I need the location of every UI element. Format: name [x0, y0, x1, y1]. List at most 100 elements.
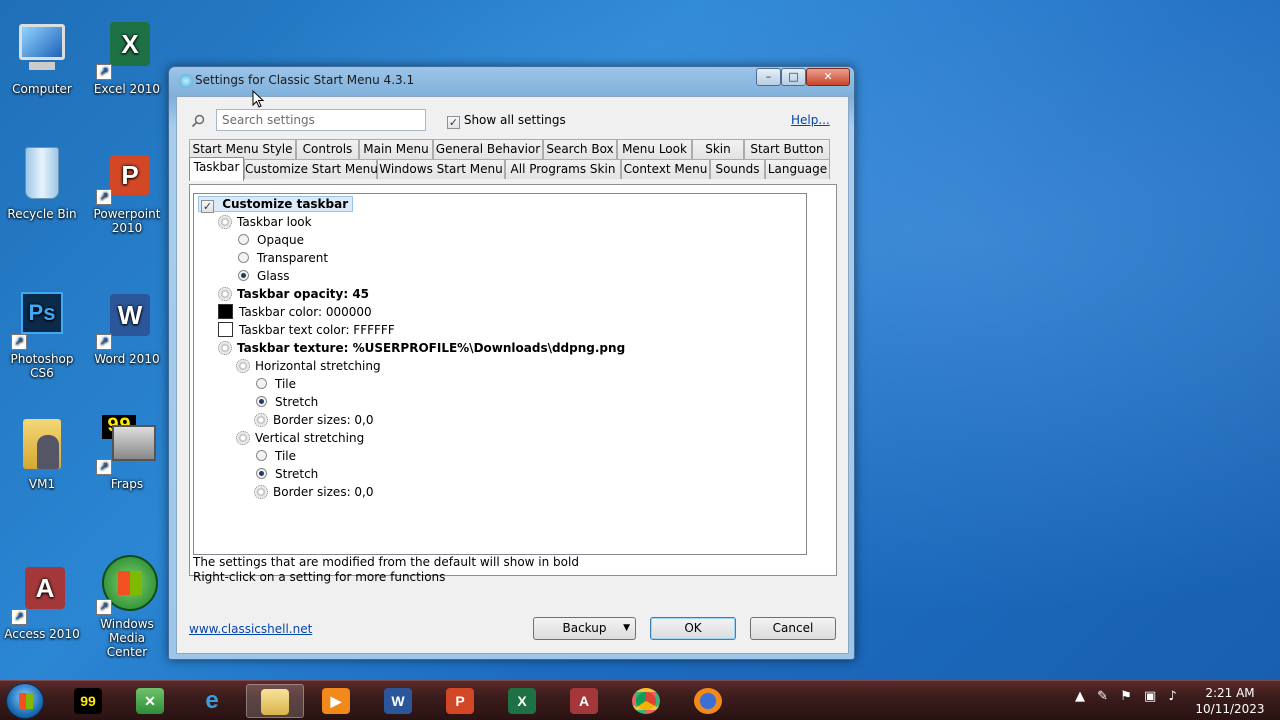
tab-main-menu[interactable]: Main Menu: [359, 139, 433, 159]
tree-item-h-tile[interactable]: Tile: [256, 375, 296, 393]
taskbar-chrome[interactable]: [618, 684, 676, 718]
window-client: Search settings ✓ Show all settings Help…: [176, 96, 849, 654]
tab-taskbar[interactable]: Taskbar: [189, 157, 244, 181]
start-button[interactable]: [6, 683, 44, 719]
settings-window[interactable]: Settings for Classic Start Menu 4.3.1 – …: [168, 66, 855, 660]
taskbar-fraps[interactable]: 99: [60, 684, 118, 718]
gear-icon: [236, 359, 250, 373]
gear-icon: [218, 287, 232, 301]
excel-icon: X ↗: [96, 20, 156, 80]
system-clock[interactable]: 2:21 AM 10/11/2023: [1195, 685, 1265, 717]
close-icon: ✕: [823, 70, 833, 83]
tree-item-vertical-stretching[interactable]: Vertical stretching: [236, 429, 364, 447]
tab-context-menu[interactable]: Context Menu: [621, 159, 710, 179]
maximize-icon: □: [788, 70, 799, 83]
tree-item-taskbar-text-color[interactable]: Taskbar text color: FFFFFF: [218, 321, 395, 339]
radio-unselected-icon: [256, 378, 267, 389]
taskbar-network-app[interactable]: ✕: [122, 684, 180, 718]
show-hidden-icons-icon[interactable]: ▲: [1075, 689, 1085, 704]
help-link[interactable]: Help...: [791, 113, 830, 127]
taskbar: 99 ✕ e ▶ W P X A ▲ ✎ ⚑ ▣ ♪ 2:21 AM 10/11…: [0, 680, 1280, 720]
tree-item-taskbar-texture[interactable]: Taskbar texture: %USERPROFILE%\Downloads…: [218, 339, 625, 357]
taskbar-internet-explorer[interactable]: e: [184, 684, 242, 718]
tree-item-v-border-sizes[interactable]: Border sizes: 0,0: [254, 483, 374, 501]
clock-time: 2:21 AM: [1205, 686, 1255, 700]
mouse-cursor-icon: [252, 90, 264, 108]
desktop-icon-photoshop[interactable]: Ps ↗ Photoshop CS6: [2, 290, 82, 380]
tree-item-taskbar-opacity[interactable]: Taskbar opacity: 45: [218, 285, 369, 303]
tab-skin[interactable]: Skin: [692, 139, 744, 159]
windows-logo-icon: [19, 693, 33, 709]
close-button[interactable]: ✕: [806, 68, 850, 86]
search-input[interactable]: Search settings: [216, 109, 426, 131]
access-icon: A ↗: [11, 565, 71, 625]
tab-language[interactable]: Language: [765, 159, 830, 179]
desktop-icon-excel[interactable]: X ↗ Excel 2010: [87, 20, 167, 96]
taskbar-word[interactable]: W: [370, 684, 428, 718]
radio-selected-icon: [238, 270, 249, 281]
powerpoint-icon: P ↗: [96, 145, 156, 205]
window-titlebar[interactable]: Settings for Classic Start Menu 4.3.1 – …: [169, 67, 854, 93]
tab-start-button[interactable]: Start Button: [744, 139, 830, 159]
taskbar-explorer[interactable]: [246, 684, 304, 718]
taskbar-firefox[interactable]: [680, 684, 738, 718]
color-swatch-black: [218, 304, 233, 319]
bold-settings-note: The settings that are modified from the …: [193, 555, 579, 569]
cancel-button[interactable]: Cancel: [750, 617, 836, 640]
tree-item-customize-taskbar[interactable]: ✓ Customize taskbar: [198, 195, 354, 213]
tab-menu-look[interactable]: Menu Look: [617, 139, 692, 159]
desktop-icon-recycle-bin[interactable]: Recycle Bin: [2, 145, 82, 221]
desktop-icon-powerpoint[interactable]: P ↗ Powerpoint 2010: [87, 145, 167, 235]
word-icon: W ↗: [96, 290, 156, 350]
tree-item-taskbar-look[interactable]: Taskbar look: [218, 213, 312, 231]
taskbar-media-player[interactable]: ▶: [308, 684, 366, 718]
network-icon[interactable]: ▣: [1144, 689, 1156, 704]
radio-unselected-icon: [238, 252, 249, 263]
tab-windows-start-menu[interactable]: Windows Start Menu: [377, 159, 505, 179]
taskbar-powerpoint[interactable]: P: [432, 684, 490, 718]
tree-item-h-border-sizes[interactable]: Border sizes: 0,0: [254, 411, 374, 429]
tree-item-opaque[interactable]: Opaque: [238, 231, 304, 249]
desktop-icon-fraps[interactable]: 99 ↗ Fraps: [87, 415, 167, 491]
desktop-icon-computer[interactable]: Computer: [2, 20, 82, 96]
ok-button[interactable]: OK: [650, 617, 736, 640]
dropdown-arrow-icon: ▼: [623, 623, 630, 633]
tree-item-v-tile[interactable]: Tile: [256, 447, 296, 465]
desktop-icon-word[interactable]: W ↗ Word 2010: [87, 290, 167, 366]
tree-item-v-stretch[interactable]: Stretch: [256, 465, 318, 483]
volume-icon[interactable]: ♪: [1168, 689, 1176, 704]
classicshell-link[interactable]: www.classicshell.net: [189, 622, 312, 636]
gear-icon: [236, 431, 250, 445]
window-title: Settings for Classic Start Menu 4.3.1: [195, 73, 415, 87]
tab-controls[interactable]: Controls: [296, 139, 359, 159]
tree-item-horizontal-stretching[interactable]: Horizontal stretching: [236, 357, 381, 375]
tab-start-menu-style[interactable]: Start Menu Style: [189, 139, 296, 159]
recycle-bin-icon: [13, 145, 71, 203]
tab-all-programs-skin[interactable]: All Programs Skin: [505, 159, 621, 179]
taskbar-excel[interactable]: X: [494, 684, 552, 718]
tab-general-behavior[interactable]: General Behavior: [433, 139, 543, 159]
radio-selected-icon: [256, 468, 267, 479]
tree-item-taskbar-color[interactable]: Taskbar color: 000000: [218, 303, 372, 321]
minimize-button[interactable]: –: [756, 68, 781, 86]
shortcut-arrow-icon: ↗: [96, 64, 112, 80]
tab-search-box[interactable]: Search Box: [543, 139, 617, 159]
computer-icon: [13, 20, 71, 78]
taskbar-access[interactable]: A: [556, 684, 614, 718]
tree-item-transparent[interactable]: Transparent: [238, 249, 328, 267]
tab-customize-start-menu[interactable]: Customize Start Menu: [244, 159, 378, 179]
tab-sounds[interactable]: Sounds: [710, 159, 765, 179]
gear-icon: [218, 341, 232, 355]
tree-item-h-stretch[interactable]: Stretch: [256, 393, 318, 411]
desktop-icon-vm1[interactable]: VM1: [2, 415, 82, 491]
maximize-button[interactable]: □: [781, 68, 806, 86]
action-center-icon[interactable]: ⚑: [1120, 689, 1132, 704]
desktop-icon-windows-media-center[interactable]: ↗ Windows Media Center: [87, 555, 167, 659]
pen-icon[interactable]: ✎: [1097, 689, 1108, 704]
access-icon: A: [570, 688, 598, 714]
show-all-settings-checkbox[interactable]: ✓ Show all settings: [447, 113, 566, 129]
settings-tree[interactable]: ✓ Customize taskbar Taskbar look Opaque …: [193, 193, 807, 555]
backup-button[interactable]: Backup ▼: [533, 617, 636, 640]
desktop-icon-access[interactable]: A ↗ Access 2010: [2, 565, 82, 641]
tree-item-glass[interactable]: Glass: [238, 267, 290, 285]
